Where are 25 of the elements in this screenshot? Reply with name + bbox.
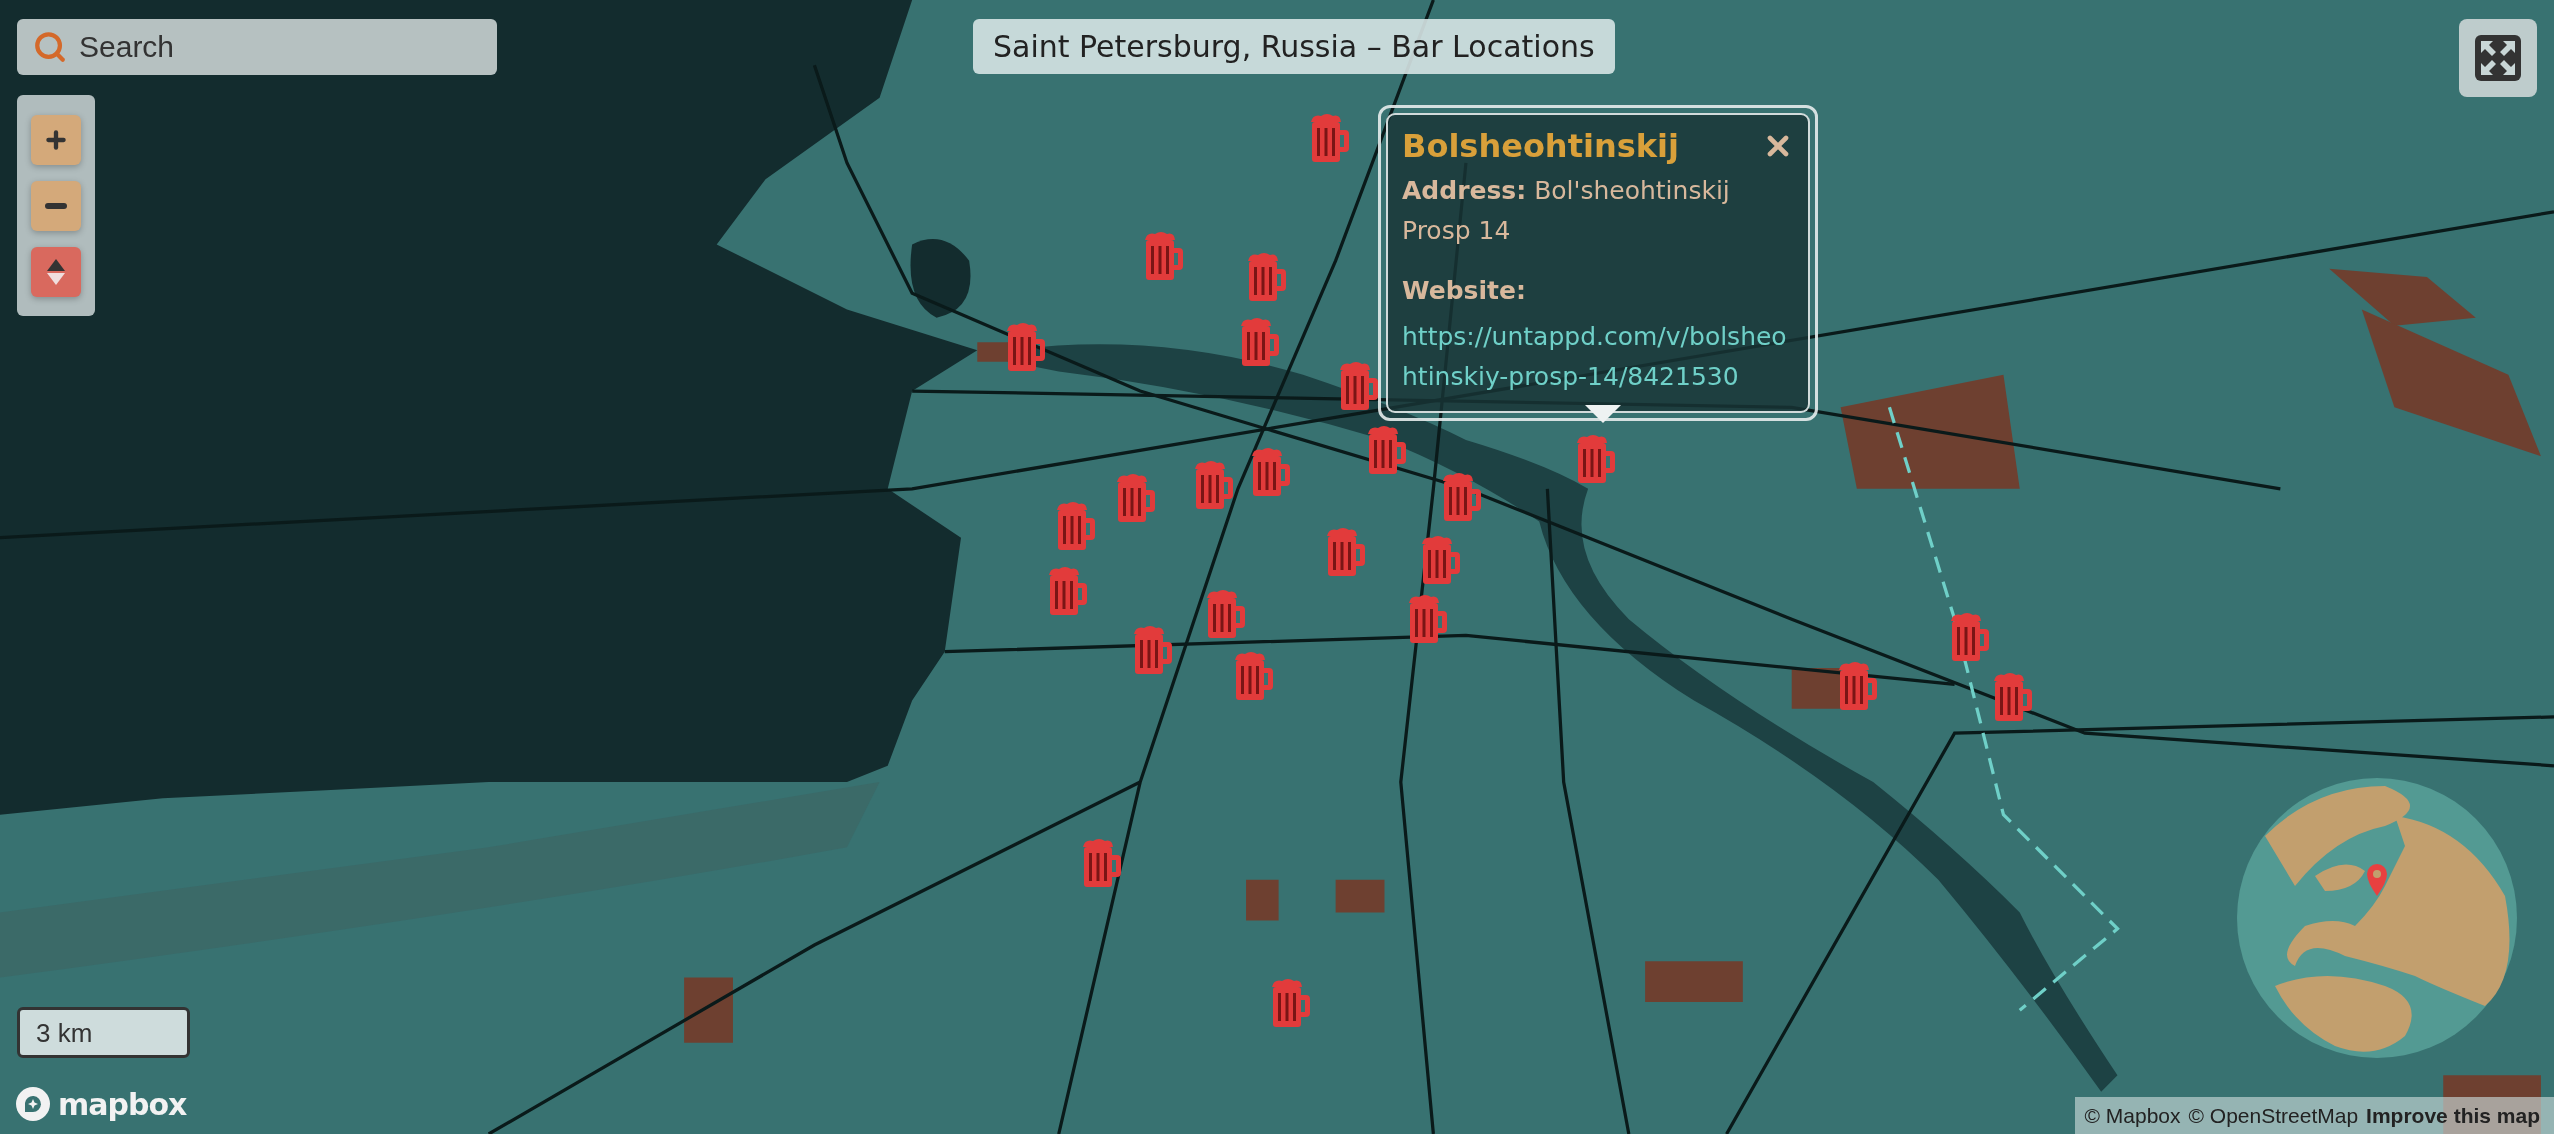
zoom-out-button[interactable] <box>31 181 81 231</box>
search-icon <box>33 30 67 64</box>
compass-button[interactable] <box>31 247 81 297</box>
popup-title: Bolsheohtinskij <box>1402 127 1679 165</box>
logo-text: mapbox <box>58 1086 187 1122</box>
attribution-link[interactable]: © OpenStreetMap <box>2188 1103 2359 1128</box>
industrial-area <box>1335 879 1385 913</box>
improve-map-link[interactable]: Improve this map <box>2366 1103 2540 1128</box>
industrial-area <box>1791 668 1841 709</box>
attribution-link[interactable]: © Mapbox <box>2084 1103 2181 1128</box>
map-scale: 3 km <box>17 1007 190 1058</box>
search-field[interactable]: Search <box>17 19 497 75</box>
map-pin-logo-icon <box>14 1085 52 1123</box>
industrial-area <box>1246 879 1279 921</box>
website-label: Website: <box>1402 275 1527 307</box>
address-text: Address: Bol'sheohtinskij Prosp 14 <box>1402 175 1731 247</box>
industrial-area <box>684 977 733 1043</box>
plus-icon <box>43 127 69 153</box>
map-title: Saint Petersburg, Russia – Bar Locations <box>973 19 1615 74</box>
minus-icon <box>45 203 67 209</box>
fullscreen-button[interactable] <box>2459 19 2537 97</box>
website-link[interactable]: https://untappd.com/v/bolsheohtinskiy-prosp-14/8421530 <box>1402 317 1794 397</box>
zoom-in-button[interactable] <box>31 115 81 165</box>
compass-icon <box>47 259 65 285</box>
expand-icon <box>2475 35 2521 81</box>
